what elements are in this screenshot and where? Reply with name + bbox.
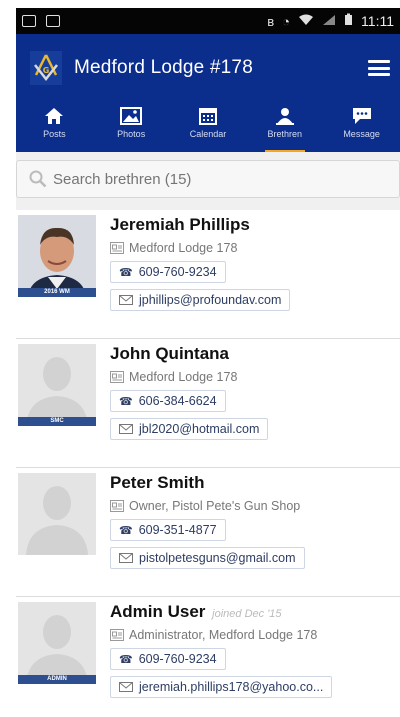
default-avatar-icon <box>18 602 96 684</box>
tab-label: Calendar <box>189 129 227 139</box>
member-name: John Quintana <box>110 344 229 363</box>
member-photo <box>18 215 96 297</box>
email-address: jbl2020@hotmail.com <box>139 422 260 436</box>
phone-button[interactable]: ☎ 606-384-6624 <box>110 390 226 412</box>
hamburger-menu-icon[interactable] <box>368 60 390 76</box>
search-bar <box>16 152 400 210</box>
masonic-logo-icon: G <box>30 51 62 85</box>
phone-number: 609-760-9234 <box>138 652 217 666</box>
phone-icon: ☎ <box>119 395 133 408</box>
clock: 11:11 <box>361 13 394 29</box>
member-name: Jeremiah Phillips <box>110 215 250 234</box>
tab-photos[interactable]: Photos <box>93 102 170 152</box>
role-badge: 2016 WM <box>18 288 96 297</box>
envelope-icon <box>119 553 133 563</box>
member-card[interactable]: SMC John Quintana Medford Lodge 178 ☎ 60… <box>16 339 400 468</box>
people-icon <box>275 108 294 125</box>
email-address: pistolpetesguns@gmail.com <box>139 551 296 565</box>
member-org: Administrator, Medford Lodge 178 <box>110 628 400 642</box>
search-input[interactable] <box>53 170 353 188</box>
tab-bar: Posts Photos Calendar Brethren Message <box>16 102 400 152</box>
id-card-icon <box>110 629 124 641</box>
phone-button[interactable]: ☎ 609-351-4877 <box>110 519 226 541</box>
member-org-label: Medford Lodge 178 <box>129 370 238 384</box>
phone-icon: ☎ <box>119 653 133 666</box>
envelope-icon <box>119 295 133 305</box>
chat-icon <box>352 108 371 124</box>
phone-button[interactable]: ☎ 609-760-9234 <box>110 648 226 670</box>
search-icon <box>29 170 47 188</box>
brethren-list: 2016 WM Jeremiah Phillips Medford Lodge … <box>16 210 400 717</box>
phone-number: 609-351-4877 <box>138 523 217 537</box>
battery-icon <box>344 13 353 29</box>
email-button[interactable]: jeremiah.phillips178@yahoo.co... <box>110 676 333 698</box>
tab-posts[interactable]: Posts <box>16 102 93 152</box>
member-org-label: Medford Lodge 178 <box>129 241 238 255</box>
id-card-icon <box>110 242 124 254</box>
default-avatar-icon <box>18 344 96 426</box>
tab-label: Photos <box>117 129 146 139</box>
alarm-icon: ◔ <box>282 13 291 29</box>
member-org: Owner, Pistol Pete's Gun Shop <box>110 499 400 513</box>
id-card-icon <box>110 500 124 512</box>
phone-number: 609-760-9234 <box>138 265 217 279</box>
tab-label: Posts <box>43 129 66 139</box>
phone-icon: ☎ <box>119 524 133 537</box>
image-notification-icon <box>22 15 36 27</box>
app-title: Medford Lodge #178 <box>74 57 253 78</box>
member-name: Peter Smith <box>110 473 205 492</box>
member-name: Admin User <box>110 602 206 621</box>
tab-label: Brethren <box>267 129 303 139</box>
signal-icon <box>322 13 336 29</box>
member-card[interactable]: Peter Smith Owner, Pistol Pete's Gun Sho… <box>16 468 400 597</box>
email-button[interactable]: jbl2020@hotmail.com <box>110 418 269 440</box>
status-bar: ʙ ◔ 11:11 <box>16 8 400 34</box>
member-card[interactable]: ADMIN Admin User joined Dec '15 Administ… <box>16 597 400 717</box>
member-org: Medford Lodge 178 <box>110 241 400 255</box>
avatar: 2016 WM <box>18 215 96 297</box>
app-bar: G Medford Lodge #178 Posts Photos Calend… <box>16 34 400 152</box>
email-address: jeremiah.phillips178@yahoo.co... <box>139 680 324 694</box>
photo-icon <box>120 107 143 125</box>
member-org: Medford Lodge 178 <box>110 370 400 384</box>
mail-notification-icon <box>46 15 60 27</box>
id-card-icon <box>110 371 124 383</box>
email-button[interactable]: jphillips@profoundav.com <box>110 289 291 311</box>
joined-date: joined Dec '15 <box>212 608 282 620</box>
phone-icon: ☎ <box>119 266 133 279</box>
envelope-icon <box>119 682 133 692</box>
phone-number: 606-384-6624 <box>138 394 217 408</box>
bluetooth-icon: ʙ <box>267 13 275 29</box>
default-avatar-icon <box>18 473 96 555</box>
envelope-icon <box>119 424 133 434</box>
svg-text:G: G <box>43 66 50 75</box>
member-org-label: Owner, Pistol Pete's Gun Shop <box>129 499 301 513</box>
member-org-label: Administrator, Medford Lodge 178 <box>129 628 318 642</box>
tab-calendar[interactable]: Calendar <box>170 102 247 152</box>
tab-label: Message <box>343 129 380 139</box>
role-badge: ADMIN <box>18 675 96 684</box>
member-name-row: Admin User joined Dec '15 <box>110 602 400 622</box>
member-card[interactable]: 2016 WM Jeremiah Phillips Medford Lodge … <box>16 210 400 339</box>
email-button[interactable]: pistolpetesguns@gmail.com <box>110 547 305 569</box>
tab-message[interactable]: Message <box>323 102 400 152</box>
role-badge: SMC <box>18 417 96 426</box>
email-address: jphillips@profoundav.com <box>139 293 282 307</box>
tab-brethren[interactable]: Brethren <box>246 102 323 152</box>
avatar <box>18 473 96 555</box>
avatar: SMC <box>18 344 96 426</box>
home-icon <box>45 108 64 124</box>
calendar-icon <box>198 108 217 125</box>
phone-button[interactable]: ☎ 609-760-9234 <box>110 261 226 283</box>
search-box[interactable] <box>16 160 400 198</box>
wifi-icon <box>298 13 314 29</box>
avatar: ADMIN <box>18 602 96 684</box>
